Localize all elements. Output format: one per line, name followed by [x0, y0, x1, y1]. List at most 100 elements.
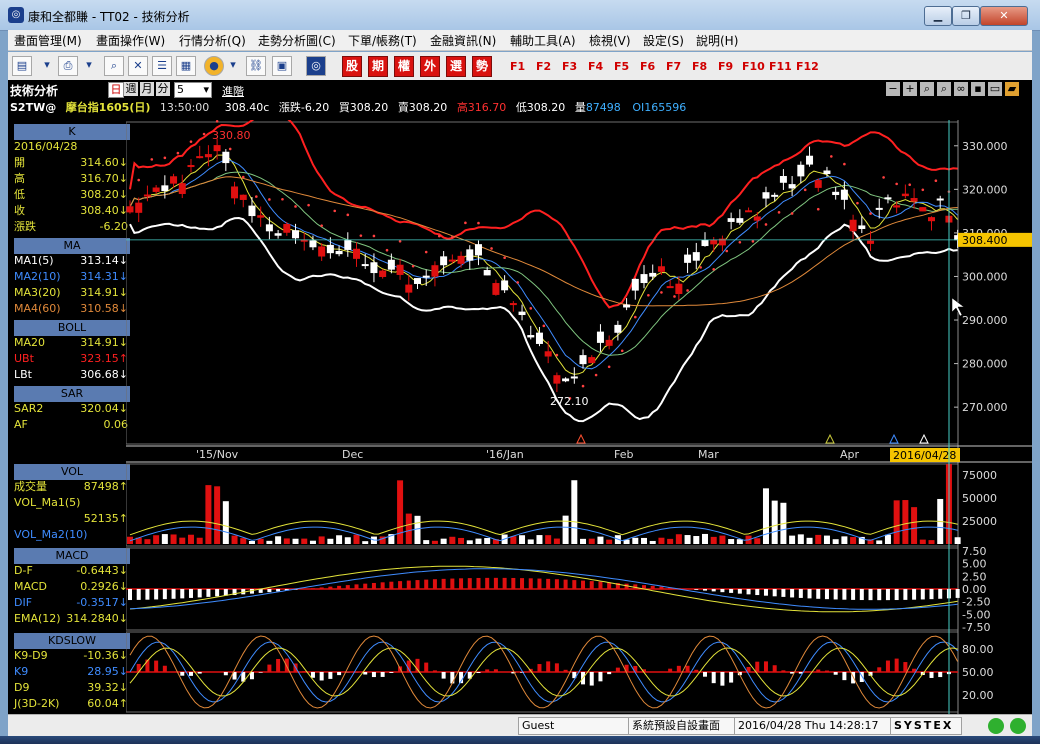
period-month-button[interactable]: 月	[140, 82, 154, 96]
f12-button[interactable]: F12	[796, 60, 819, 73]
indicator-label: MA4(60)	[14, 302, 61, 315]
menu-quote-analysis[interactable]: 行情分析(Q)	[179, 32, 246, 49]
kd-bar	[702, 672, 707, 677]
advanced-link[interactable]: 進階	[222, 83, 244, 99]
sar-dot	[516, 281, 519, 284]
menu-trend-chart[interactable]: 走勢分析圖(C)	[258, 32, 336, 49]
chevron-down-icon[interactable]: ▾	[38, 56, 56, 74]
magnify-plus-icon[interactable]: ⌕	[937, 82, 951, 96]
volume-bar	[248, 540, 255, 544]
indicator-row: 高 316.70↓	[14, 172, 130, 186]
f11-button[interactable]: F11	[769, 60, 792, 73]
period-week-button[interactable]: 週	[124, 82, 138, 96]
indicator-value: 314.91↓	[80, 336, 128, 349]
cancel-icon[interactable]: ✕	[128, 56, 148, 76]
candle-body	[666, 286, 674, 289]
volume-bar	[553, 538, 560, 544]
indicator-value: 320.04↓	[80, 402, 128, 415]
chevron-down-icon[interactable]: ▾	[80, 56, 98, 74]
indicator-row: 低 308.20↓	[14, 188, 130, 202]
globe-icon[interactable]: ●	[204, 56, 224, 76]
f10-button[interactable]: F10	[742, 60, 765, 73]
f2-button[interactable]: F2	[536, 60, 551, 73]
futures-quick-button[interactable]: 期	[368, 56, 388, 77]
kd-bar	[877, 667, 882, 672]
window-titlebar[interactable]: ◎ 康和全都賺 - TT02 - 技術分析 ▁ ❐ ✕	[0, 0, 1040, 31]
candle-body	[187, 165, 195, 168]
search-icon[interactable]: ⌕	[104, 56, 124, 76]
menu-help[interactable]: 說明(H)	[696, 32, 738, 49]
maximize-button[interactable]: ❐	[952, 6, 980, 26]
folder-icon[interactable]: ▰	[1005, 82, 1019, 96]
volume-bar	[658, 537, 665, 544]
menu-screen-manage[interactable]: 畫面管理(M)	[14, 32, 82, 49]
chain-icon[interactable]: ∞	[954, 82, 968, 96]
macd-bar	[459, 578, 464, 589]
foreign-quick-button[interactable]: 外	[420, 56, 440, 77]
grid-icon[interactable]: ▦	[176, 56, 196, 76]
chart-window-icon[interactable]: ▣	[272, 56, 292, 76]
zoom-out-icon[interactable]: −	[886, 82, 900, 96]
company-logo-icon[interactable]: ◎	[306, 56, 326, 76]
macd-bar	[650, 585, 655, 589]
volume-bar	[466, 540, 473, 544]
indicator-row: EMA(12) 314.2840↓	[14, 612, 130, 626]
last-price-label: 308.400	[962, 234, 1008, 247]
indicator-value: -0.3517↓	[76, 596, 128, 609]
period-minute-button[interactable]: 分	[156, 82, 170, 96]
chart-svg[interactable]: 330.80272.10 330.000320.000310.000300.00…	[126, 120, 1032, 714]
magnify-minus-icon[interactable]: ⌕	[920, 82, 934, 96]
volume-bar	[205, 485, 212, 544]
minimize-button[interactable]: ▁	[924, 6, 952, 26]
link-icon[interactable]: ⛓	[246, 56, 266, 76]
date-tick-label: Dec	[342, 448, 363, 461]
f6-button[interactable]: F6	[640, 60, 655, 73]
trend-quick-button[interactable]: 勢	[472, 56, 492, 77]
sar-dot	[816, 207, 820, 211]
f4-button[interactable]: F4	[588, 60, 603, 73]
save-icon[interactable]: ▪	[971, 82, 985, 96]
candle-body	[353, 248, 361, 259]
stock-quick-button[interactable]: 股	[342, 56, 362, 77]
f5-button[interactable]: F5	[614, 60, 629, 73]
menu-financial-info[interactable]: 金融資訊(N)	[430, 32, 496, 49]
kd-bar	[903, 662, 908, 672]
macd-bar	[755, 589, 760, 596]
indicator-row: MA4(60) 310.58↓	[14, 302, 130, 316]
indicator-value: 0.2926↓	[80, 580, 128, 593]
kd-bar	[659, 671, 664, 672]
macd-bar	[528, 578, 533, 589]
minute-select[interactable]: 5 ▾	[174, 82, 212, 98]
menu-order-account[interactable]: 下單/帳務(T)	[348, 32, 417, 49]
f8-button[interactable]: F8	[692, 60, 707, 73]
list-icon[interactable]: ☰	[152, 56, 172, 76]
volume-bar	[222, 501, 229, 544]
menu-screen-operate[interactable]: 畫面操作(W)	[96, 32, 165, 49]
candle-body	[840, 189, 848, 200]
select-quick-button[interactable]: 選	[446, 56, 466, 77]
f3-button[interactable]: F3	[562, 60, 577, 73]
window-icon[interactable]: ▭	[988, 82, 1002, 96]
menu-view[interactable]: 檢視(V)	[589, 32, 631, 49]
layout-icon[interactable]: ▤	[12, 56, 32, 76]
period-day-button[interactable]: 日	[108, 82, 124, 98]
candle-body	[640, 274, 648, 284]
indicator-row: MA1(5) 313.14↓	[14, 254, 130, 268]
options-quick-button[interactable]: 權	[394, 56, 414, 77]
candle-body	[588, 357, 596, 364]
f7-button[interactable]: F7	[666, 60, 681, 73]
print-icon[interactable]: ⎙	[58, 56, 78, 76]
f9-button[interactable]: F9	[718, 60, 733, 73]
macd-bar	[537, 578, 542, 589]
zoom-in-icon[interactable]: +	[903, 82, 917, 96]
kd-bar	[781, 670, 786, 672]
signal-triangle-icon	[825, 433, 835, 444]
chevron-down-icon[interactable]: ▾	[224, 56, 242, 74]
menu-settings[interactable]: 設定(S)	[643, 32, 684, 49]
candle-body	[326, 244, 334, 254]
close-button[interactable]: ✕	[980, 6, 1028, 26]
menu-tools[interactable]: 輔助工具(A)	[510, 32, 576, 49]
macd-tick-label: 2.50	[962, 570, 987, 583]
f1-button[interactable]: F1	[510, 60, 525, 73]
macd-bar	[476, 577, 481, 589]
